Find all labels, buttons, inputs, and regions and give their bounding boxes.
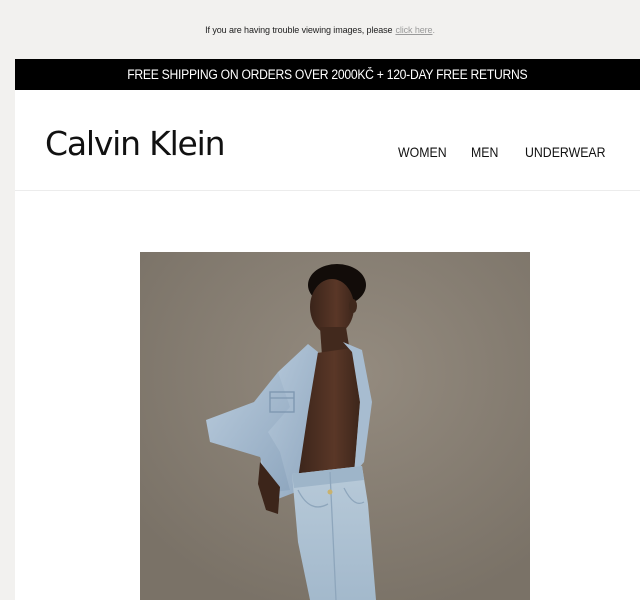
email-header: Calvin Klein WOMEN MEN UNDERWEAR (15, 90, 640, 191)
nav-men-link[interactable]: MEN (471, 144, 498, 160)
click-here-link[interactable]: click here (395, 25, 432, 35)
preheader: If you are having trouble viewing images… (0, 0, 640, 59)
promo-banner[interactable]: FREE SHIPPING ON ORDERS OVER 2000KČ + 12… (15, 59, 640, 90)
preheader-text: If you are having trouble viewing images… (205, 24, 393, 35)
nav-women-link[interactable]: WOMEN (398, 144, 447, 160)
hero-model-illustration (140, 252, 530, 600)
nav-underwear-link[interactable]: UNDERWEAR (525, 144, 606, 160)
hero-image[interactable] (140, 252, 530, 600)
calvin-klein-logo[interactable]: Calvin Klein (45, 124, 226, 163)
email-content (15, 191, 640, 600)
promo-text: FREE SHIPPING ON ORDERS OVER 2000KČ + 12… (127, 67, 528, 82)
preheader-period: . (432, 24, 435, 35)
